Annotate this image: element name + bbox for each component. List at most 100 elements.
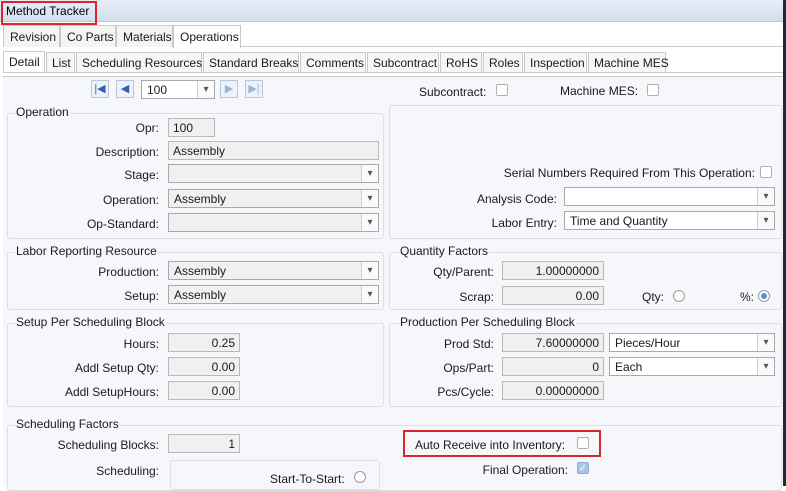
next-record-button[interactable]: ▶ <box>220 80 238 98</box>
machine-mes-label: Machine MES: <box>560 84 639 98</box>
main-tabs: Revision Co Parts Materials Operations <box>3 25 783 48</box>
description-label: Description: <box>95 145 159 159</box>
machine-mes-checkbox[interactable] <box>647 84 659 96</box>
last-record-button[interactable]: ▶| <box>245 80 263 98</box>
subtab-comments[interactable]: Comments <box>300 52 366 72</box>
start-to-start-label: Start-To-Start: <box>270 472 345 486</box>
record-selector-value: 100 <box>147 83 168 97</box>
quantity-factors-group-title: Quantity Factors <box>399 244 490 258</box>
tab-co-parts[interactable]: Co Parts <box>60 25 116 47</box>
serial-numbers-label: Serial Numbers Required From This Operat… <box>503 166 755 180</box>
stage-select[interactable]: ▾ <box>168 164 379 183</box>
ops-part-label: Ops/Part: <box>443 361 494 375</box>
subtab-list[interactable]: List <box>46 52 75 72</box>
chevron-down-icon: ▾ <box>361 190 378 207</box>
prod-std-field[interactable]: 7.60000000 <box>502 333 604 352</box>
chevron-down-icon: ▾ <box>361 214 378 231</box>
chevron-down-icon: ▾ <box>361 262 378 279</box>
stage-label: Stage: <box>124 168 159 182</box>
chevron-down-icon: ▾ <box>757 334 774 351</box>
tab-operations[interactable]: Operations <box>173 25 241 48</box>
window-title: Method Tracker <box>6 4 90 18</box>
scrap-label: Scrap: <box>459 290 494 304</box>
operation-group-title: Operation <box>15 105 70 119</box>
labor-entry-label: Labor Entry: <box>491 216 557 230</box>
labor-entry-select[interactable]: Time and Quantity ▾ <box>564 211 775 230</box>
ops-part-field[interactable]: 0 <box>502 357 604 376</box>
chevron-down-icon: ▾ <box>757 212 774 229</box>
operation-select[interactable]: Assembly ▾ <box>168 189 379 208</box>
subtab-scheduling-resources[interactable]: Scheduling Resources <box>76 52 202 72</box>
setup-label: Setup: <box>124 289 159 303</box>
scheduling-factors-group-title: Scheduling Factors <box>15 417 120 431</box>
production-label: Production: <box>98 265 159 279</box>
chevron-down-icon: ▾ <box>757 358 774 375</box>
op-standard-label: Op-Standard: <box>86 217 159 231</box>
op-standard-select[interactable]: ▾ <box>168 213 379 232</box>
opr-field[interactable]: 100 <box>168 118 215 137</box>
qty-radio[interactable] <box>673 290 685 302</box>
analysis-code-label: Analysis Code: <box>476 192 557 206</box>
hours-field[interactable]: 0.25 <box>168 333 240 352</box>
production-select[interactable]: Assembly ▾ <box>168 261 379 280</box>
sub-tabs: Detail List Scheduling Resources Standar… <box>3 51 783 73</box>
addl-setup-qty-label: Addl Setup Qty: <box>74 361 159 375</box>
final-operation-label: Final Operation: <box>482 463 568 477</box>
subtab-rohs[interactable]: RoHS <box>440 52 482 72</box>
operation-value: Assembly <box>174 192 227 206</box>
qty-radio-label: Qty: <box>642 290 665 304</box>
scheduling-blocks-label: Scheduling Blocks: <box>57 438 159 452</box>
final-operation-checkbox[interactable]: ✓ <box>577 462 589 474</box>
pcs-cycle-field[interactable]: 0.00000000 <box>502 381 604 400</box>
production-block-group-title: Production Per Scheduling Block <box>399 315 576 329</box>
analysis-code-select[interactable]: ▾ <box>564 187 775 206</box>
scheduling-label: Scheduling: <box>96 464 159 478</box>
subtab-roles[interactable]: Roles <box>483 52 523 72</box>
setup-block-group-title: Setup Per Scheduling Block <box>15 315 166 329</box>
chevron-down-icon: ▾ <box>757 188 774 205</box>
subtab-detail[interactable]: Detail <box>3 51 45 72</box>
auto-receive-label: Auto Receive into Inventory: <box>415 438 566 452</box>
ops-part-unit-select[interactable]: Each ▾ <box>609 357 775 376</box>
first-record-button[interactable]: |◀ <box>91 80 109 98</box>
qty-parent-field[interactable]: 1.00000000 <box>502 261 604 280</box>
production-value: Assembly <box>174 264 227 278</box>
previous-record-button[interactable]: ◀ <box>116 80 134 98</box>
chevron-down-icon: ▾ <box>361 286 378 303</box>
scrap-field[interactable]: 0.00 <box>502 286 604 305</box>
percent-radio-label: %: <box>740 290 755 304</box>
addl-setup-hours-label: Addl SetupHours: <box>64 385 159 399</box>
prod-std-unit-value: Pieces/Hour <box>615 336 681 350</box>
percent-radio[interactable] <box>758 290 770 302</box>
addl-setup-hours-field[interactable]: 0.00 <box>168 381 240 400</box>
setup-value: Assembly <box>174 288 227 302</box>
addl-setup-qty-field[interactable]: 0.00 <box>168 357 240 376</box>
setup-select[interactable]: Assembly ▾ <box>168 285 379 304</box>
serial-numbers-checkbox[interactable] <box>760 166 772 178</box>
subcontract-checkbox[interactable] <box>496 84 508 96</box>
hours-label: Hours: <box>123 337 159 351</box>
ops-part-unit-value: Each <box>615 360 643 374</box>
description-field[interactable]: Assembly <box>168 141 379 160</box>
record-selector[interactable]: 100 ▾ <box>141 80 215 99</box>
labor-reporting-group-title: Labor Reporting Resource <box>15 244 158 258</box>
title-bar <box>0 0 786 22</box>
prod-std-unit-select[interactable]: Pieces/Hour ▾ <box>609 333 775 352</box>
scheduling-blocks-field[interactable]: 1 <box>168 434 240 453</box>
chevron-down-icon: ▾ <box>197 81 214 98</box>
start-to-start-radio[interactable] <box>354 471 366 483</box>
qty-parent-label: Qty/Parent: <box>433 265 494 279</box>
subcontract-label: Subcontract: <box>419 85 487 99</box>
pcs-cycle-label: Pcs/Cycle: <box>437 385 494 399</box>
tab-materials[interactable]: Materials <box>116 25 173 47</box>
chevron-down-icon: ▾ <box>361 165 378 182</box>
subtab-inspection[interactable]: Inspection <box>524 52 587 72</box>
labor-entry-value: Time and Quantity <box>570 214 668 228</box>
auto-receive-checkbox[interactable] <box>577 437 589 449</box>
scheduling-factors-group <box>7 425 782 491</box>
tab-revision[interactable]: Revision <box>3 25 60 47</box>
prod-std-label: Prod Std: <box>443 337 494 351</box>
subtab-subcontract[interactable]: Subcontract <box>367 52 439 72</box>
subtab-standard-breaks[interactable]: Standard Breaks <box>203 52 299 72</box>
subtab-machine-mes[interactable]: Machine MES <box>588 52 669 72</box>
